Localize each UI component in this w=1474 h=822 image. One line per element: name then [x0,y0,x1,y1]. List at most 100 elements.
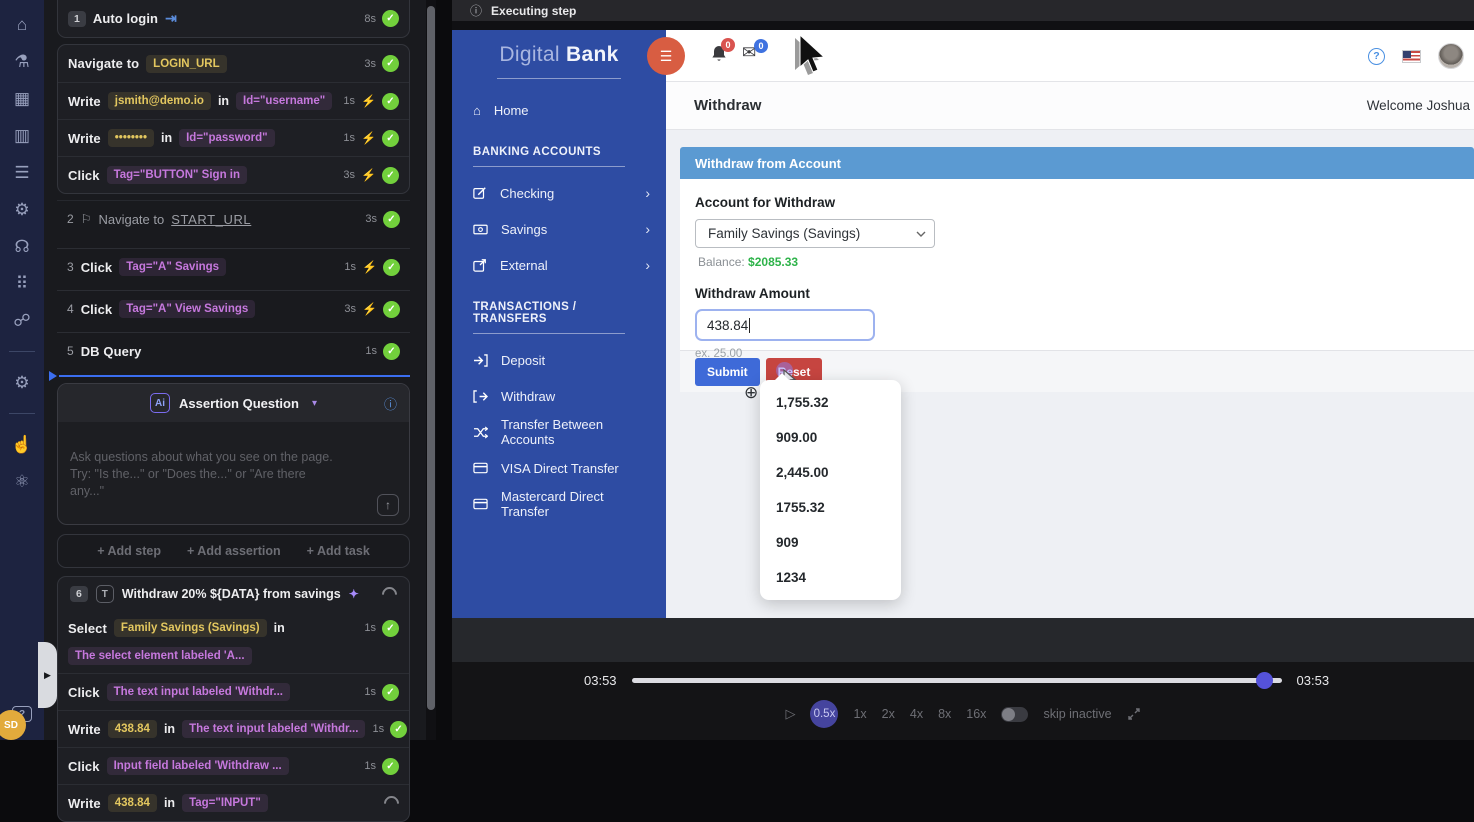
info-icon[interactable]: ⓘ [384,394,397,413]
step-row-db-query[interactable]: 5 DB Query 1s ✓ [57,332,410,369]
sidebar-item-label: Transfer Between Accounts [501,417,652,447]
step-group-6-header[interactable]: 6 T Withdraw 20% ${DATA} from savings ✦ [58,577,409,611]
speed-2x-button[interactable]: 2x [882,707,895,721]
start-url-link[interactable]: START_URL [171,212,251,227]
sidebar-item-withdraw[interactable]: Withdraw [452,378,666,414]
speed-4x-button[interactable]: 4x [910,707,923,721]
step-row[interactable]: Navigate to LOGIN_URL 3s ✓ [58,45,409,82]
home-icon[interactable]: ⌂ [8,10,36,39]
success-check-icon: ✓ [382,55,399,72]
gear-icon[interactable]: ⚙ [8,195,36,224]
suggestion-item[interactable]: 1,755.32 [760,385,901,420]
speed-16x-button[interactable]: 16x [966,707,986,721]
sidebar-item-deposit[interactable]: Deposit [452,342,666,378]
step-row[interactable]: Write •••••••• in Id="password" 1s ⚡ ✓ [58,119,409,156]
add-task-button[interactable]: + Add task [307,544,370,558]
speed-8x-button[interactable]: 8x [938,707,951,721]
workflow-gear-icon[interactable]: ⚛ [8,467,36,496]
step-group-1-header[interactable]: 1 Auto login ⇥ 8s ✓ [57,0,410,38]
steps-scrollbar-thumb[interactable] [427,6,435,710]
step-row-auto-login[interactable]: 1 Auto login ⇥ 8s ✓ [58,0,409,37]
success-check-icon: ✓ [382,130,399,147]
fullscreen-icon[interactable] [1127,707,1141,721]
chevron-down-icon[interactable]: ▾ [312,398,317,409]
skip-inactive-toggle[interactable] [1001,707,1028,722]
suggestion-item[interactable]: 1755.32 [760,490,901,525]
sidebar-item-home[interactable]: ⌂ Home [452,92,666,128]
play-button[interactable]: ▷ [785,706,795,722]
suggestion-item[interactable]: 909 [760,525,901,560]
messages-mail-icon[interactable]: ✉ 0 [742,43,756,63]
step-row[interactable]: Write 438.84 in Tag="INPUT" [58,784,409,821]
step-action: DB Query [81,344,142,359]
hand-gear-icon[interactable]: ☝ [8,430,36,459]
sidebar-item-external[interactable]: External › [452,247,666,283]
step-row-navigate-start[interactable]: 2 ⚐ Navigate to START_URL 3s ✓ [57,200,410,237]
sidebar-item-visa-direct-transfer[interactable]: VISA Direct Transfer [452,450,666,486]
recorded-mouse-cursor [794,34,828,83]
sidebar-item-savings[interactable]: Savings › [452,211,666,247]
settings-icon[interactable]: ⚙ [8,368,36,397]
balance-text: Balance: $2085.33 [698,255,1459,269]
step-row[interactable]: Write jsmith@demo.io in Id="username" 1s… [58,82,409,119]
step-row[interactable]: Write 438.84 in The text input labeled '… [58,710,409,747]
seek-thumb[interactable] [1256,672,1273,689]
sidebar-item-transfer-between-accounts[interactable]: Transfer Between Accounts [452,414,666,450]
step-action: Click [68,685,100,700]
link-icon[interactable]: ☍ [8,306,36,335]
bank-user-avatar[interactable] [1438,43,1464,69]
balance-value: $2085.33 [748,255,798,269]
step-row[interactable]: Click Input field labeled 'Withdraw ... … [58,747,409,784]
flask-icon[interactable]: ⚗ [8,47,36,76]
columns-icon[interactable]: ▥ [8,121,36,150]
step-row[interactable]: 4 Click Tag="A" View Savings 3s ⚡ ✓ [57,290,410,327]
replay-player: 03:53 03:53 ▷ 0.5x 1x 2x 4x 8x 16x skip … [452,662,1474,740]
withdraw-amount-input[interactable]: 438.84 [695,309,875,341]
sidebar-item-mastercard-direct-transfer[interactable]: Mastercard Direct Transfer [452,486,666,522]
bank-logo[interactable]: Digital Bank [452,30,666,67]
language-flag-icon[interactable] [1402,50,1421,63]
amount-suggestions-dropdown: 1,755.32 909.00 2,445.00 1755.32 909 123… [760,380,901,600]
connector: in [164,796,175,810]
move-crosshair-icon[interactable]: ⊕ [744,383,758,403]
seek-bar[interactable] [632,678,1282,683]
step-row[interactable]: Click The text input labeled 'Withdr... … [58,673,409,710]
notifications-bell-icon[interactable]: 0 [711,45,727,67]
success-check-icon: ✓ [383,211,400,228]
sidebar-toggle-button[interactable]: ☰ [647,37,685,75]
sidebar-item-label: VISA Direct Transfer [501,461,619,476]
assertion-input[interactable]: Ask questions about what you see on the … [58,422,409,524]
add-step-button[interactable]: + Add step [97,544,161,558]
apps-icon[interactable]: ⠿ [8,269,36,298]
speed-0.5x-button[interactable]: 0.5x [810,700,838,728]
ai-logo-icon: Ai [150,393,170,413]
sidebar-item-label: Savings [501,222,547,237]
speed-1x-button[interactable]: 1x [853,707,866,721]
duration: 3s [364,58,376,70]
help-icon[interactable]: ? [1368,48,1385,65]
assertion-header[interactable]: Ai Assertion Question ▾ ⓘ [58,384,409,422]
account-select[interactable]: Family Savings (Savings) [695,219,935,248]
step-number: 2 [67,212,74,226]
panel-collapse-handle[interactable]: ▶ [38,642,57,708]
steps-scrollbar-track[interactable] [426,0,436,740]
step-number: 4 [67,302,74,316]
divider [497,78,621,79]
value-badge: LOGIN_URL [146,55,226,73]
sidebar-item-checking[interactable]: Checking › [452,175,666,211]
add-assertion-button[interactable]: + Add assertion [187,544,281,558]
home-icon: ⌂ [473,103,481,118]
suggestion-item[interactable]: 1234 [760,560,901,595]
checklist-icon[interactable]: ☰ [8,158,36,187]
suggestion-item[interactable]: 2,445.00 [760,455,901,490]
step-row[interactable]: Select Family Savings (Savings) in 1s ✓ … [58,611,409,673]
assertion-send-button[interactable]: ↑ [377,494,399,516]
submit-button[interactable]: Submit [695,358,760,386]
rail-divider [9,351,35,352]
suggestion-item[interactable]: 909.00 [760,420,901,455]
agent-icon[interactable]: ☊ [8,232,36,261]
selector-badge: The select element labeled 'A... [68,647,252,665]
grid-icon[interactable]: ▦ [8,84,36,113]
step-row[interactable]: Click Tag="BUTTON" Sign in 3s ⚡ ✓ [58,156,409,193]
step-row[interactable]: 3 Click Tag="A" Savings 1s ⚡ ✓ [57,248,410,285]
